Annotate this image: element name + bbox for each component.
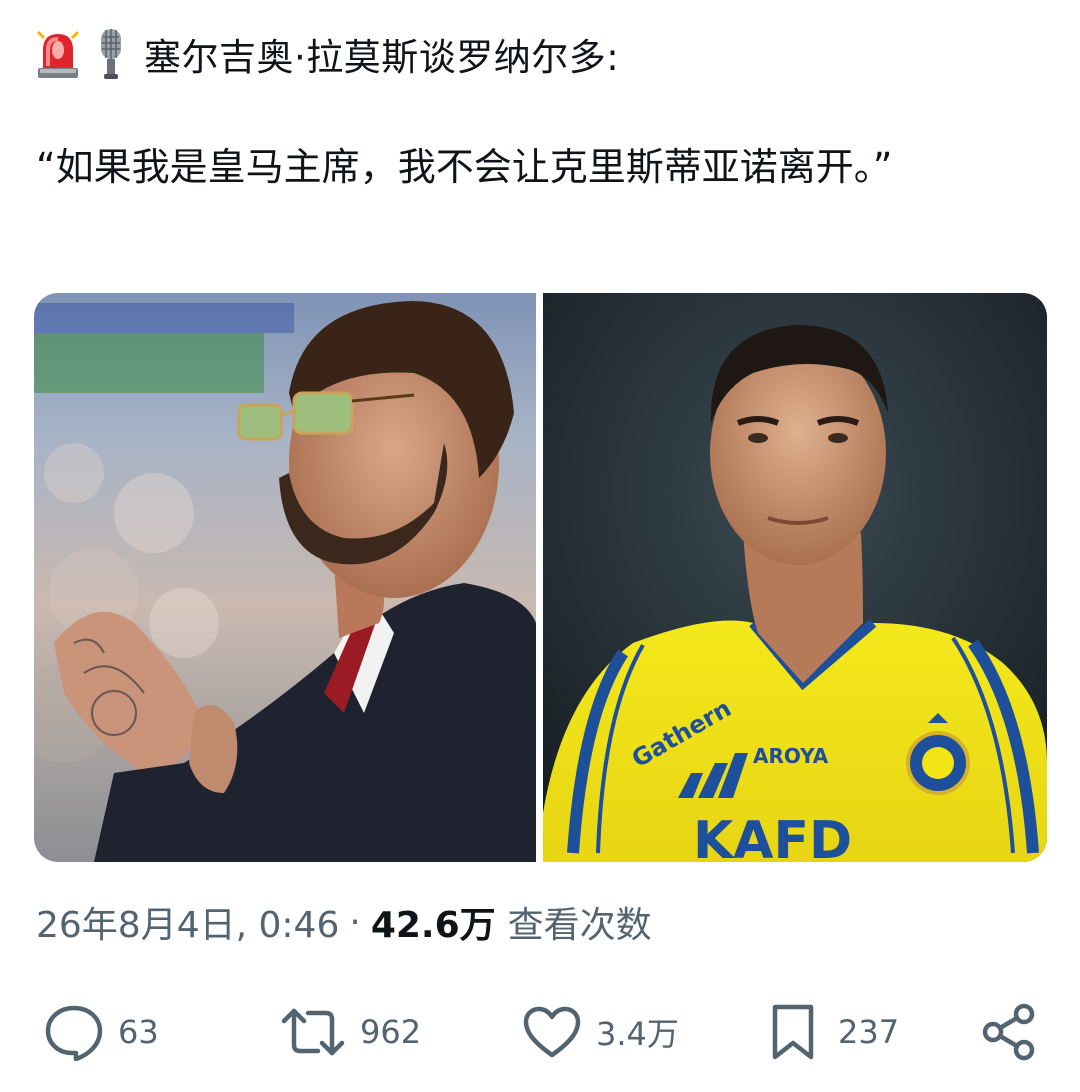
photo-cristiano-ronaldo[interactable]: Gathern AROYA KAFD — [543, 293, 1047, 862]
post-header: 塞尔吉奥·拉莫斯谈罗纳尔多: — [36, 24, 619, 84]
header-text: 塞尔吉奥·拉莫斯谈罗纳尔多: — [144, 36, 620, 79]
retweet-button[interactable]: 962 — [280, 1000, 421, 1064]
photo-sergio-ramos[interactable] — [34, 293, 536, 862]
microphone-icon — [96, 27, 126, 81]
svg-text:AROYA: AROYA — [753, 744, 829, 768]
post-text: “如果我是皇马主席，我不会让克里斯蒂亚诺离开。” — [36, 145, 893, 189]
retweet-count: 962 — [360, 1013, 422, 1051]
media-grid[interactable]: Gathern AROYA KAFD — [34, 293, 1047, 862]
views-count: 42.6万 — [370, 905, 496, 946]
separator: · — [349, 901, 361, 943]
svg-text:KAFD: KAFD — [693, 811, 852, 862]
heart-icon — [522, 1005, 582, 1059]
share-icon — [980, 1003, 1038, 1061]
retweet-icon — [280, 1005, 346, 1059]
bookmark-button[interactable]: 237 — [770, 1000, 899, 1064]
reply-button[interactable]: 63 — [44, 1000, 159, 1064]
bookmark-icon — [770, 1003, 816, 1061]
reply-icon — [44, 1003, 104, 1061]
views-label: 查看次数 — [507, 905, 652, 946]
bookmark-count: 237 — [838, 1013, 900, 1051]
share-button[interactable] — [980, 1000, 1038, 1064]
like-button[interactable]: 3.4万 — [522, 1000, 679, 1064]
like-count: 3.4万 — [596, 1015, 679, 1053]
reply-count: 63 — [118, 1013, 159, 1051]
timestamp[interactable]: 26年8月4日, 0:46 — [36, 896, 339, 948]
post-meta: 26年8月4日, 0:46 · 42.6万 查看次数 — [36, 896, 652, 948]
siren-icon — [36, 28, 80, 80]
action-bar: 63 962 3.4万 237 — [0, 1000, 1080, 1064]
